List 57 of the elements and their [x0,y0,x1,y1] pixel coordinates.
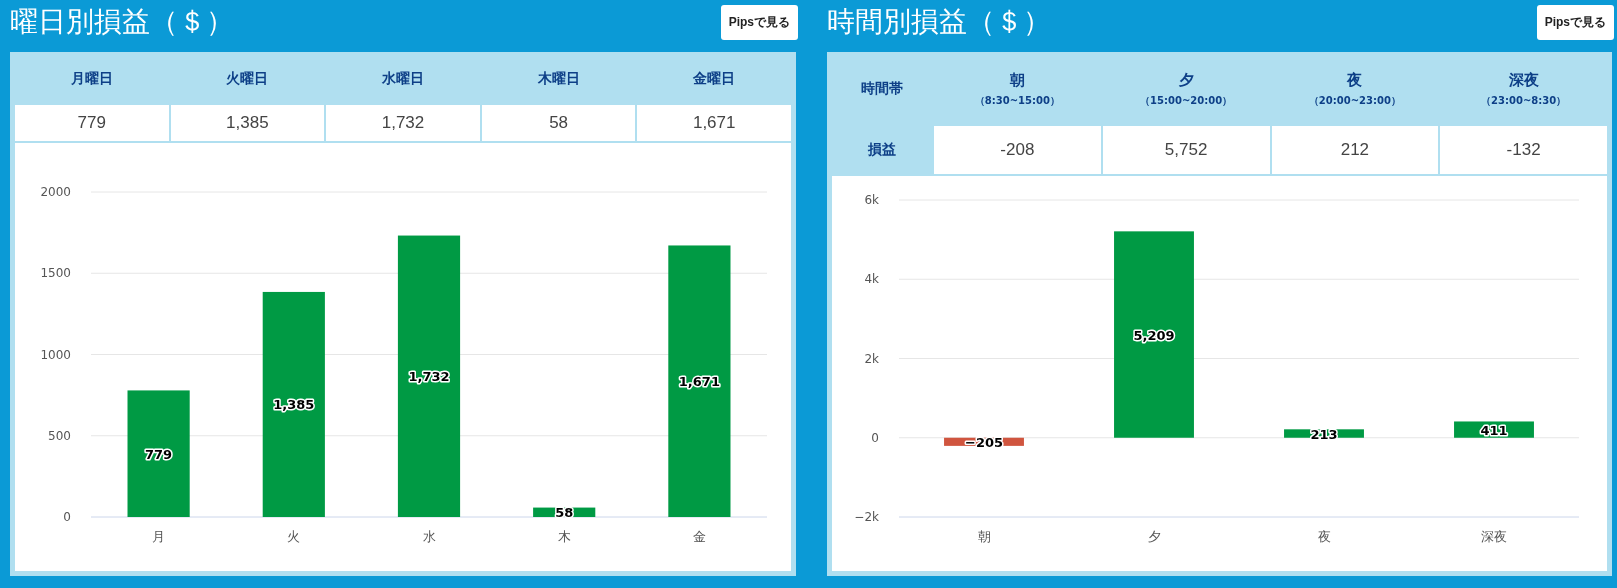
table-cell: 1,671 [637,105,791,141]
data-label: −205 [965,434,1003,450]
table-cell: 1,385 [170,105,325,141]
axis-tick-label: 500 [48,428,71,443]
axis-category-label: 火 [287,529,301,544]
table-cell: 58 [481,105,636,141]
data-label: 1,671 [678,374,720,390]
axis-category-label: 月 [152,529,166,544]
column-header: 朝 [1009,70,1025,90]
axis-tick-label: −2k [854,510,879,524]
table-cell: 779 [15,105,169,141]
axis-category-label: 朝 [977,529,991,544]
table-cell: -132 [1440,126,1607,174]
column-header: 夕 [1178,70,1194,90]
pips-button[interactable]: Pipsで見る [1536,4,1614,40]
column-header: 金曜日 [692,68,737,88]
row-header: 損益 [867,140,897,159]
panel-title: 時間別損益（＄） [827,8,1051,36]
table-cell: -208 [934,126,1101,174]
axis-tick-label: 2k [864,351,879,366]
data-label: 411 [1480,422,1508,438]
panel-title: 曜日別損益（＄） [10,8,234,36]
table-cell: 212 [1271,126,1439,174]
data-label: 1,385 [273,397,315,413]
column-header: 夜 [1347,70,1363,90]
column-header: 時間帯 [860,79,904,98]
time-range: （8:30~15:00） [974,93,1060,108]
pips-button[interactable]: Pipsで見る [720,4,798,40]
axis-tick-label: 1000 [40,347,71,362]
column-header: 月曜日 [69,68,114,88]
axis-tick-label: 6k [864,193,879,207]
bar [533,507,596,517]
column-header: 木曜日 [536,68,581,88]
axis-tick-label: 1500 [40,266,71,281]
data-label: 5,209 [1133,327,1175,343]
axis-category-label: 夜 [1317,529,1331,544]
axis-tick-label: 2000 [40,185,71,199]
table-cell: 1,732 [326,105,480,141]
data-label: 1,732 [408,369,450,385]
data-label: 58 [555,505,574,521]
column-header: 深夜 [1508,70,1539,90]
column-header: 火曜日 [225,68,270,88]
table-cell: 5,752 [1102,126,1270,174]
axis-category-label: 金 [692,529,706,544]
data-label: 213 [1310,426,1338,442]
time-range: （15:00~20:00） [1140,93,1233,108]
column-header: 水曜日 [381,68,425,88]
time-range: （23:00~8:30） [1481,93,1567,108]
data-label: 779 [145,446,173,462]
axis-tick-label: 4k [864,272,879,287]
axis-tick-label: 0 [871,430,879,445]
axis-tick-label: 0 [63,510,71,524]
axis-category-label: 深夜 [1481,529,1507,544]
axis-category-label: 水 [422,529,436,544]
time-range: （20:00~23:00） [1308,93,1401,108]
axis-category-label: 木 [557,529,571,544]
axis-category-label: 夕 [1147,529,1161,544]
